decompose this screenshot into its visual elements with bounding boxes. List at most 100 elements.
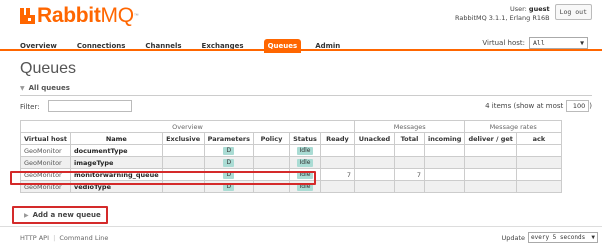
status-badge: Idle	[296, 159, 314, 167]
col-policy[interactable]: Policy	[252, 132, 290, 145]
cell-policy	[252, 180, 290, 193]
cell-deliver	[464, 180, 517, 193]
cell-ack	[515, 156, 562, 169]
logo-text: RabbitMQ™	[37, 4, 139, 27]
cell-total	[393, 180, 425, 193]
queue-link[interactable]: documentType	[70, 144, 163, 157]
group-messages: Messages	[353, 120, 466, 133]
triangle-down-icon: ▼	[20, 85, 25, 92]
add-queue-label: Add a new queue	[32, 211, 101, 219]
cell-total	[393, 156, 425, 169]
vhost-label: Virtual host:	[482, 39, 525, 47]
cell-exclusive	[161, 180, 205, 193]
cell-incoming	[423, 156, 466, 169]
table-row: GeoMonitor documentType D Idle	[19, 144, 562, 157]
table-row: GeoMonitor imageType D Idle	[19, 156, 562, 169]
group-message-rates: Message rates	[464, 120, 562, 133]
cell-vhost: GeoMonitor	[19, 168, 72, 181]
footer-links: HTTP API | Command Line	[20, 234, 109, 242]
col-unacked[interactable]: Unacked	[353, 132, 395, 145]
vhost-area: Virtual host: All ▼	[482, 37, 588, 49]
http-api-link[interactable]: HTTP API	[20, 234, 49, 242]
cell-total: 7	[393, 168, 425, 181]
filter-label: Filter:	[20, 103, 40, 111]
pagination-info: 4 items (show at most 100 )	[485, 100, 592, 112]
status-badge: Idle	[296, 147, 314, 155]
col-name[interactable]: Name	[70, 132, 163, 145]
group-overview: Overview	[20, 120, 355, 133]
durable-badge: D	[223, 159, 235, 167]
user-area: User: guest RabbitMQ 3.1.1, Erlang R16B …	[455, 4, 592, 23]
update-area: Update every 5 seconds ▼	[501, 232, 598, 243]
cell-incoming	[423, 180, 466, 193]
chevron-down-icon: ▼	[580, 39, 584, 47]
cell-ack	[515, 168, 562, 181]
version-info: RabbitMQ 3.1.1, Erlang R16B	[455, 14, 550, 22]
cell-policy	[252, 144, 290, 157]
triangle-right-icon: ▶	[24, 211, 29, 219]
durable-badge: D	[223, 183, 235, 191]
cell-ack	[515, 144, 562, 157]
queues-table: Overview Messages Message rates Virtual …	[19, 120, 562, 193]
section-all-queues[interactable]: ▼ All queues	[20, 84, 70, 92]
status-badge: Idle	[296, 183, 314, 191]
cell-ready	[319, 156, 355, 169]
col-total[interactable]: Total	[393, 132, 425, 145]
col-status[interactable]: Status	[288, 132, 321, 145]
cell-policy	[252, 156, 290, 169]
table-row: GeoMonitor vedioType D Idle	[19, 180, 562, 193]
footer-divider	[0, 226, 602, 227]
cell-incoming	[423, 144, 466, 157]
cell-deliver	[464, 156, 517, 169]
queue-link[interactable]: vedioType	[70, 180, 163, 193]
logout-button[interactable]: Log out	[554, 4, 592, 20]
cell-vhost: GeoMonitor	[19, 180, 72, 193]
cell-unacked	[353, 180, 395, 193]
col-incoming[interactable]: incoming	[423, 132, 466, 145]
queue-link[interactable]: imageType	[70, 156, 163, 169]
update-interval-select[interactable]: every 5 seconds ▼	[528, 232, 598, 243]
nav-divider	[0, 49, 602, 51]
durable-badge: D	[223, 147, 235, 155]
cell-unacked	[353, 144, 395, 157]
col-ready[interactable]: Ready	[319, 132, 355, 145]
cell-exclusive	[161, 156, 205, 169]
cell-deliver	[464, 144, 517, 157]
cell-deliver	[464, 168, 517, 181]
cell-unacked	[353, 156, 395, 169]
filter-input[interactable]	[48, 100, 132, 112]
username: guest	[528, 5, 550, 13]
cell-unacked	[353, 168, 395, 181]
durable-badge: D	[223, 171, 235, 179]
cell-exclusive	[161, 168, 205, 181]
status-badge: Idle	[296, 171, 314, 179]
user-info: User: guest RabbitMQ 3.1.1, Erlang R16B	[455, 5, 550, 22]
section-divider	[20, 95, 592, 96]
cell-vhost: GeoMonitor	[19, 144, 72, 157]
vhost-select[interactable]: All ▼	[529, 37, 588, 49]
cell-vhost: GeoMonitor	[19, 156, 72, 169]
cell-ready	[319, 180, 355, 193]
col-virtual-host[interactable]: Virtual host	[19, 132, 72, 145]
cell-total	[393, 144, 425, 157]
col-exclusive[interactable]: Exclusive	[161, 132, 205, 145]
cell-ready: 7	[319, 168, 355, 181]
cell-exclusive	[161, 144, 205, 157]
rabbitmq-logo[interactable]: RabbitMQ™	[20, 4, 139, 27]
cell-ready	[319, 144, 355, 157]
add-new-queue-toggle[interactable]: ▶ Add a new queue	[12, 206, 108, 224]
cell-ack	[515, 180, 562, 193]
col-parameters: Parameters	[203, 132, 254, 145]
table-row: GeoMonitor monitorwarning_queue D Idle 7…	[19, 168, 562, 181]
queue-link[interactable]: monitorwarning_queue	[70, 168, 163, 181]
page-size-input[interactable]: 100	[566, 100, 590, 112]
rabbit-logo-icon	[20, 8, 35, 24]
page-title: Queues	[20, 60, 77, 77]
col-ack[interactable]: ack	[515, 132, 562, 145]
col-deliver-get[interactable]: deliver / get	[464, 132, 517, 145]
cell-incoming	[423, 168, 466, 181]
command-line-link[interactable]: Command Line	[59, 234, 108, 242]
cell-policy	[252, 168, 290, 181]
chevron-down-icon: ▼	[591, 234, 595, 241]
update-label: Update	[501, 233, 525, 242]
